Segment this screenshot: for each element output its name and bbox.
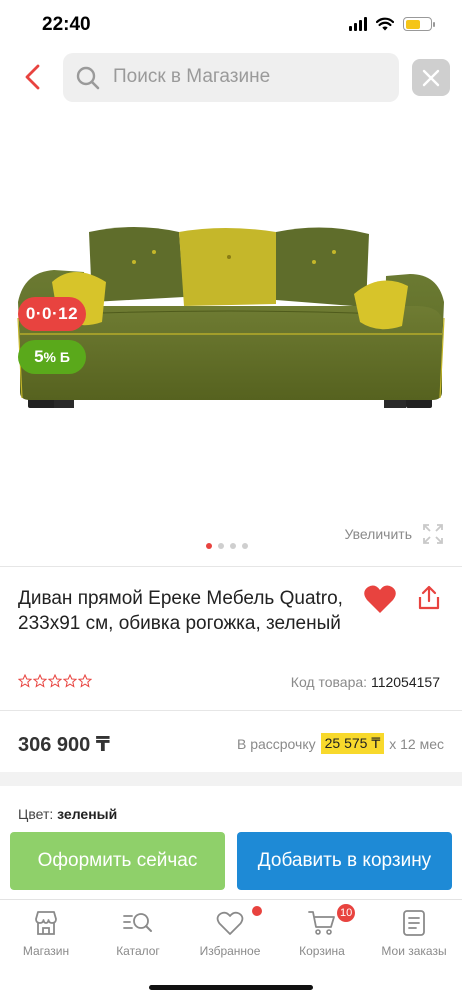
notification-dot	[252, 906, 262, 916]
catalog-icon	[123, 913, 152, 932]
share-button[interactable]	[415, 584, 443, 617]
store-icon	[35, 911, 57, 935]
cart-icon	[308, 911, 335, 935]
tab-my-orders[interactable]: Мои заказы	[368, 908, 460, 958]
star-icon	[33, 674, 47, 688]
section-separator	[0, 772, 462, 786]
star-icon	[48, 674, 62, 688]
tab-label: Магазин	[22, 944, 70, 958]
bonus-value: 5	[34, 347, 44, 366]
tab-label: Корзина	[299, 944, 345, 958]
star-icon	[18, 674, 32, 688]
installment-suffix: x 12 мес	[389, 735, 444, 752]
product-gallery[interactable]: 0·0·12 5% Б Увеличить	[0, 110, 462, 560]
add-to-cart-button[interactable]: Добавить в корзину	[237, 832, 452, 890]
product-code: Код товара: 112054157	[291, 674, 440, 690]
tab-cart[interactable]: 10 Корзина	[276, 904, 368, 958]
product-code-label: Код товара:	[290, 674, 368, 690]
star-icon	[78, 674, 92, 688]
divider	[0, 710, 462, 711]
bottom-tab-bar: Магазин Каталог Избранное 10 Корзина Мои…	[0, 899, 462, 999]
pagination-dot[interactable]	[230, 543, 236, 549]
favorite-button[interactable]	[363, 583, 397, 620]
pagination-dot[interactable]	[206, 543, 212, 549]
divider	[0, 566, 462, 567]
status-icons	[349, 17, 435, 31]
tab-catalog[interactable]: Каталог	[92, 908, 184, 958]
gallery-pagination[interactable]	[206, 543, 248, 549]
product-price: 306 900 ₸	[18, 734, 110, 756]
zoom-label: Увеличить	[344, 526, 412, 542]
tab-label: Каталог	[116, 944, 160, 958]
checkout-now-button[interactable]: Оформить сейчас	[10, 832, 225, 890]
wifi-icon	[376, 17, 394, 31]
color-row: Цвет: зеленый	[18, 806, 117, 822]
status-time: 22:40	[42, 14, 91, 35]
bonus-unit: % Б	[43, 349, 70, 365]
status-bar: 22:40	[0, 0, 462, 52]
color-value: зеленый	[57, 806, 118, 822]
clear-search-button[interactable]	[412, 59, 450, 96]
orders-icon	[403, 910, 425, 936]
bonus-badge: 5% Б	[18, 340, 86, 374]
installment-prefix: В рассрочку	[236, 735, 316, 752]
heart-icon	[364, 585, 396, 613]
tab-label: Избранное	[199, 944, 261, 958]
installment-info[interactable]: В рассрочку 25 575 ₸ x 12 мес	[237, 733, 444, 754]
pagination-dot[interactable]	[242, 543, 248, 549]
product-code-value: 112054157	[370, 674, 440, 690]
battery-icon	[403, 17, 435, 31]
color-label: Цвет:	[18, 806, 54, 822]
search-input[interactable]: Поиск в Магазине	[63, 53, 399, 102]
installment-amount: 25 575 ₸	[320, 733, 385, 754]
product-title: Диван прямой Ереке Мебель Quatro, 233x91…	[18, 588, 343, 634]
chevron-left-icon	[25, 64, 40, 90]
cart-count-badge: 10	[337, 904, 356, 922]
search-icon	[76, 66, 100, 90]
close-icon	[422, 69, 440, 87]
share-icon	[418, 585, 440, 610]
tab-favorites[interactable]: Избранное	[184, 906, 276, 958]
star-icon	[63, 674, 77, 688]
back-button[interactable]	[18, 62, 48, 92]
search-header: Поиск в Магазине	[0, 52, 462, 104]
pagination-dot[interactable]	[218, 543, 224, 549]
tab-label: Мои заказы	[381, 944, 447, 958]
home-indicator[interactable]	[149, 985, 313, 990]
expand-icon	[423, 524, 443, 544]
tab-store[interactable]: Магазин	[0, 908, 92, 958]
cellular-signal-icon	[349, 17, 367, 31]
rating-stars[interactable]	[18, 674, 92, 688]
search-placeholder: Поиск в Магазине	[113, 66, 271, 87]
heart-icon	[216, 911, 244, 935]
zoom-button[interactable]: Увеличить	[344, 523, 444, 545]
installment-badge: 0·0·12	[18, 297, 86, 331]
